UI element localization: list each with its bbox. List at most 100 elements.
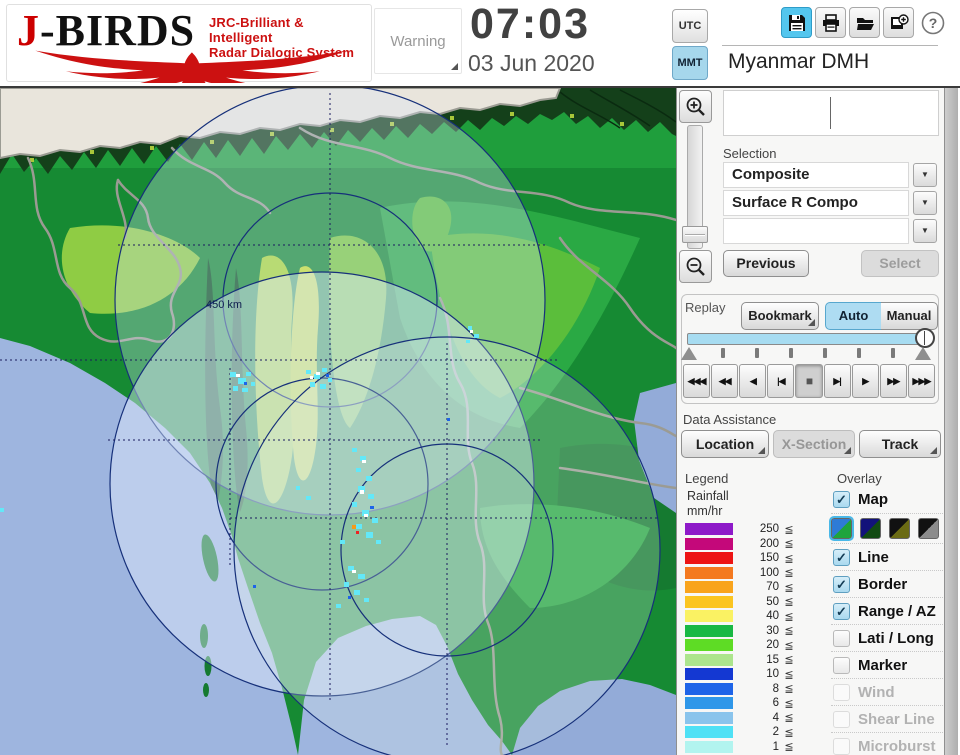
utc-toggle-button[interactable]: UTC — [672, 9, 708, 43]
clock-date: 03 Jun 2020 — [468, 50, 595, 76]
forward-button[interactable]: ▶▶ — [879, 364, 907, 398]
zoom-out-button[interactable] — [679, 250, 712, 283]
replay-slider-track[interactable] — [687, 333, 931, 345]
legend-row: 100 ≦ — [685, 566, 817, 581]
overlay-label: Overlay — [837, 471, 882, 486]
warning-button[interactable]: Warning — [374, 8, 462, 74]
overlay-item-wind: Wind — [831, 678, 943, 705]
select-button: Select — [861, 250, 939, 277]
station-name: Myanmar DMH — [728, 50, 870, 73]
legend-row: 200 ≦ — [685, 537, 817, 552]
legend-row: 2 ≦ — [685, 725, 817, 740]
legend-label: Legend — [685, 471, 729, 486]
legend-row: 20 ≦ — [685, 638, 817, 653]
map-style-swatch[interactable] — [829, 516, 854, 541]
data-assistance-label: Data Assistance — [683, 412, 777, 427]
stop-button[interactable]: ■ — [795, 364, 823, 398]
legend-swatch — [685, 639, 733, 652]
legend-swatch — [685, 537, 733, 550]
previous-button[interactable]: Previous — [723, 250, 809, 277]
slider-tick — [755, 348, 759, 358]
legend-row: 6 ≦ — [685, 696, 817, 711]
play-reverse-button[interactable]: ◀ — [739, 364, 767, 398]
step-forward-button[interactable]: ▶| — [823, 364, 851, 398]
overlay-item-range-az: ✓ Range / AZ — [831, 597, 943, 624]
legend-swatch — [685, 682, 733, 695]
text-cursor — [830, 97, 831, 129]
eagle-icon — [35, 50, 347, 83]
legend-swatch — [685, 711, 733, 724]
printer-icon — [822, 13, 839, 32]
legend-swatch — [685, 523, 733, 536]
legend-row: 8 ≦ — [685, 682, 817, 697]
chevron-down-icon[interactable]: ▼ — [913, 163, 937, 187]
chevron-down-icon[interactable]: ▼ — [913, 219, 937, 243]
replay-label: Replay — [685, 300, 726, 315]
map-style-swatch[interactable] — [860, 518, 881, 539]
open-folder-button[interactable] — [849, 7, 880, 38]
jump-start-button[interactable]: ◀◀◀ — [683, 364, 711, 398]
legend-swatch — [685, 740, 733, 753]
help-button[interactable]: ? — [917, 7, 948, 38]
play-button[interactable]: ▶ — [851, 364, 879, 398]
map-style-selector — [829, 513, 943, 543]
overlay-item-map: ✓ Map — [831, 486, 943, 513]
legend-swatch — [685, 610, 733, 623]
zoom-in-button[interactable] — [679, 90, 712, 123]
radar-map[interactable]: 450 km — [0, 88, 676, 755]
selection-label: Selection — [723, 146, 777, 161]
jump-end-button[interactable]: ▶▶▶ — [907, 364, 935, 398]
legend-row: 15 ≦ — [685, 653, 817, 668]
save-button[interactable] — [781, 7, 812, 38]
bookmark-button[interactable]: Bookmark — [741, 302, 819, 330]
playback-controls: ◀◀◀ ◀◀ ◀ |◀ ■ ▶| ▶ ▶▶ ▶▶▶ — [683, 364, 935, 400]
print-button[interactable] — [815, 7, 846, 38]
border-checkbox[interactable]: ✓ — [833, 575, 850, 593]
chevron-down-icon[interactable]: ▼ — [913, 191, 937, 215]
legend-swatch — [685, 726, 733, 739]
marker-checkbox[interactable] — [833, 656, 850, 674]
header-separator — [722, 45, 938, 46]
slider-end-marker — [915, 347, 931, 360]
product-dropdown-3[interactable] — [723, 218, 909, 244]
legend-row: 1 ≦ — [685, 740, 817, 755]
jbirds-application: J-BIRDS JRC-Brilliant & Intelligent Rada… — [0, 0, 960, 755]
step-back-button[interactable]: |◀ — [767, 364, 795, 398]
slider-start-marker — [681, 347, 697, 360]
map-style-swatch[interactable] — [889, 518, 910, 539]
add-image-button[interactable] — [883, 7, 914, 38]
slider-tick — [891, 348, 895, 358]
map-style-swatch[interactable] — [918, 518, 939, 539]
zoom-out-icon — [686, 257, 705, 276]
manual-mode-button[interactable]: Manual — [881, 302, 938, 330]
slider-tick — [857, 348, 861, 358]
track-button[interactable]: Track — [859, 430, 941, 458]
overlay-item-marker: Marker — [831, 651, 943, 678]
panel-collapse-handle[interactable] — [944, 44, 958, 755]
shear-line-checkbox — [833, 710, 850, 728]
location-button[interactable]: Location — [681, 430, 769, 458]
range-az-checkbox[interactable]: ✓ — [833, 602, 850, 620]
rewind-button[interactable]: ◀◀ — [711, 364, 739, 398]
legend-swatch — [685, 581, 733, 594]
legend-row: 4 ≦ — [685, 711, 817, 726]
floppy-disk-icon — [788, 14, 805, 31]
replay-slider-handle[interactable] — [915, 328, 935, 348]
header-bar: J-BIRDS JRC-Brilliant & Intelligent Rada… — [0, 0, 960, 88]
overlay-options: ✓ Map ✓ Line ✓ Border ✓ Range / AZ Lati … — [829, 486, 943, 755]
map-checkbox[interactable]: ✓ — [833, 491, 850, 508]
mmt-toggle-button[interactable]: MMT — [672, 46, 708, 80]
legend-swatch — [685, 595, 733, 608]
control-panel: Selection Composite ▼ Surface R Compo ▼ … — [676, 88, 944, 755]
info-textbox[interactable] — [723, 90, 939, 136]
auto-mode-button[interactable]: Auto — [825, 302, 882, 330]
legend-row: 70 ≦ — [685, 580, 817, 595]
overlay-item-lati-long: Lati / Long — [831, 624, 943, 651]
line-checkbox[interactable]: ✓ — [833, 548, 850, 566]
zoom-slider-handle[interactable] — [682, 226, 708, 243]
product-dropdown-1[interactable]: Composite — [723, 162, 909, 188]
jbirds-logo: J-BIRDS JRC-Brilliant & Intelligent Rada… — [6, 4, 372, 83]
slider-tick — [823, 348, 827, 358]
product-dropdown-2[interactable]: Surface R Compo — [723, 190, 909, 216]
lati-long-checkbox[interactable] — [833, 629, 850, 647]
